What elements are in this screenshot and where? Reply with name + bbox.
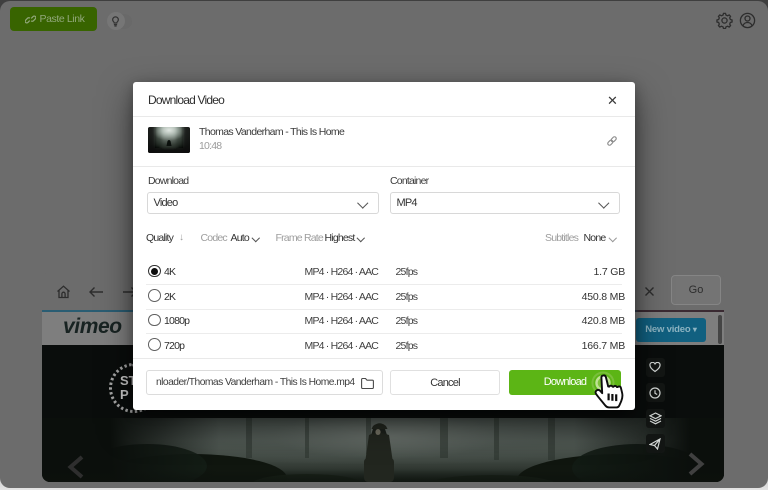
svg-text:P: P bbox=[120, 387, 129, 402]
